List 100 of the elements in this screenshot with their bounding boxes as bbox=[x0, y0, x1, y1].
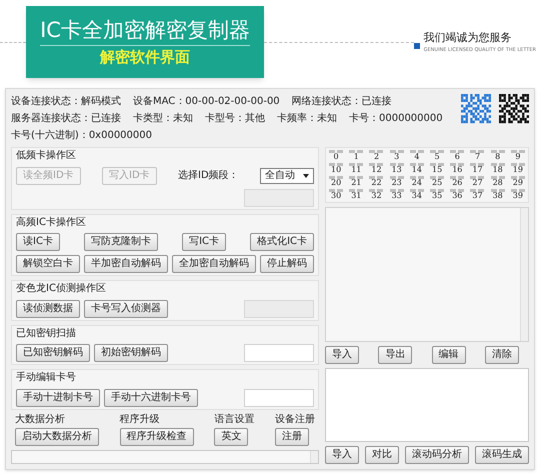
action-button[interactable]: 导出 bbox=[378, 346, 412, 364]
sector-number: 11 bbox=[351, 166, 362, 174]
status-label: 卡号(十六进制)： bbox=[11, 128, 89, 143]
sector-number: 39 bbox=[512, 192, 523, 200]
sector-indicator-icon bbox=[349, 163, 364, 166]
sector-number: 10 bbox=[331, 166, 342, 174]
status-value: 解码模式 bbox=[81, 94, 121, 109]
action-button[interactable]: 英文 bbox=[214, 428, 248, 446]
action-button[interactable]: 半加密自动解码 bbox=[84, 255, 168, 273]
section-title: 已知密钥扫描 bbox=[16, 328, 76, 340]
sector-indicator-icon bbox=[430, 163, 444, 166]
sector-indicator-icon bbox=[450, 189, 464, 192]
action-button[interactable]: 写防克隆制卡 bbox=[84, 233, 158, 251]
sector-number: 2 bbox=[374, 153, 380, 161]
sector-number: 5 bbox=[434, 153, 440, 161]
dropdown-caret-icon bbox=[303, 174, 309, 178]
sector-number: 33 bbox=[392, 192, 402, 200]
action-button[interactable]: 启动大数据分析 bbox=[15, 428, 99, 446]
sector-number: 35 bbox=[432, 192, 442, 200]
sector-number: 23 bbox=[392, 179, 402, 187]
action-button[interactable]: 程序升级检查 bbox=[120, 428, 194, 446]
sector-number: 37 bbox=[472, 192, 483, 200]
status-value: 未知 bbox=[173, 112, 193, 126]
sector-number: 13 bbox=[392, 166, 402, 174]
status-label: 卡型号： bbox=[205, 112, 245, 126]
text-area[interactable] bbox=[325, 368, 529, 442]
sector-number: 18 bbox=[492, 166, 503, 174]
action-button[interactable]: 卡号写入侦测器 bbox=[84, 300, 168, 318]
sector-indicator-icon bbox=[470, 163, 484, 166]
sector-indicator-icon bbox=[410, 189, 424, 192]
action-button[interactable]: 对比 bbox=[365, 446, 399, 464]
sector-indicator-icon bbox=[450, 150, 464, 153]
sector-indicator-icon bbox=[369, 163, 384, 166]
section-title: 手动编辑卡号 bbox=[16, 372, 76, 384]
sector-indicator-icon bbox=[410, 176, 424, 179]
sector-number: 25 bbox=[432, 179, 442, 187]
sector-number: 6 bbox=[454, 153, 460, 161]
sector-indicator-icon bbox=[349, 189, 364, 192]
sector-indicator-icon bbox=[329, 150, 344, 153]
sector-indicator-icon bbox=[369, 150, 384, 153]
action-button[interactable]: 清除 bbox=[484, 346, 519, 364]
sector-indicator-icon bbox=[329, 163, 344, 166]
sector-number: 22 bbox=[371, 179, 382, 187]
status-value: 0x00000000 bbox=[88, 129, 152, 143]
action-button[interactable]: 读IC卡 bbox=[16, 233, 60, 251]
input-field[interactable] bbox=[244, 344, 314, 362]
action-button[interactable]: 初始密钥解码 bbox=[94, 344, 168, 362]
qr-code-icon bbox=[499, 94, 529, 124]
sector-number: 7 bbox=[474, 153, 480, 161]
input-field[interactable] bbox=[244, 388, 314, 406]
status-value: 已连接 bbox=[91, 112, 121, 126]
action-button[interactable]: 读侦测数据 bbox=[16, 300, 80, 318]
sector-indicator-icon bbox=[510, 150, 525, 153]
sector-number: 38 bbox=[492, 192, 503, 200]
status-label: 卡类型： bbox=[133, 112, 173, 126]
sector-number: 19 bbox=[512, 166, 523, 174]
sector-number: 4 bbox=[414, 153, 420, 161]
sector-indicator-icon bbox=[490, 150, 505, 153]
action-button[interactable]: 全加密自动解码 bbox=[172, 255, 256, 273]
sector-indicator-icon bbox=[430, 189, 444, 192]
group-title: 语言设置 bbox=[214, 414, 254, 426]
sector-indicator-icon bbox=[390, 176, 404, 179]
status-value: 未知 bbox=[317, 112, 337, 126]
action-button[interactable]: 已知密钥解码 bbox=[16, 344, 90, 362]
action-button[interactable]: 解锁空白卡 bbox=[16, 255, 80, 273]
sector-indicator-icon bbox=[450, 176, 464, 179]
status-label: 卡号： bbox=[349, 112, 379, 126]
action-button[interactable]: 注册 bbox=[274, 428, 309, 446]
square-bullet-icon bbox=[414, 43, 420, 49]
action-button[interactable]: 手动十进制卡号 bbox=[16, 388, 100, 406]
action-button[interactable]: 停止解码 bbox=[260, 255, 314, 273]
sector-indicator-icon bbox=[470, 150, 484, 153]
action-button[interactable]: 滚动码分析 bbox=[405, 446, 469, 464]
sector-indicator-icon bbox=[430, 150, 444, 153]
sector-indicator-icon bbox=[510, 163, 525, 166]
action-button[interactable]: 导入 bbox=[325, 346, 359, 364]
action-button[interactable]: 写IC卡 bbox=[182, 233, 226, 251]
status-label: 设备连接状态： bbox=[11, 94, 81, 109]
status-label: 服务器连接状态： bbox=[11, 112, 91, 126]
section-title: 高频IC卡操作区 bbox=[16, 216, 86, 229]
status-value: 已连接 bbox=[362, 94, 392, 109]
action-button[interactable]: 手动十六进制卡号 bbox=[104, 388, 198, 406]
status-label: 网络连接状态： bbox=[292, 94, 362, 109]
action-button[interactable]: 导入 bbox=[325, 446, 359, 464]
sector-indicator-icon bbox=[490, 189, 505, 192]
banner-subtitle: 解密软件界面 bbox=[100, 50, 190, 64]
sector-indicator-icon bbox=[329, 189, 344, 192]
status-value: 0000000000 bbox=[379, 112, 443, 126]
group-title: 设备注册 bbox=[274, 414, 315, 426]
status-label: 设备MAC： bbox=[133, 95, 186, 109]
sector-indicator-icon bbox=[410, 150, 424, 153]
sector-indicator-icon bbox=[510, 176, 525, 179]
action-button[interactable]: 滚码生成 bbox=[475, 446, 529, 464]
action-button[interactable]: 格式化IC卡 bbox=[250, 233, 314, 251]
band-select[interactable]: 全自动 bbox=[260, 168, 314, 184]
sector-number: 32 bbox=[371, 192, 382, 200]
action-button[interactable]: 编辑 bbox=[432, 346, 466, 364]
group-title: 程序升级 bbox=[120, 414, 160, 426]
sector-number: 28 bbox=[492, 179, 503, 187]
sector-number: 20 bbox=[331, 179, 342, 187]
